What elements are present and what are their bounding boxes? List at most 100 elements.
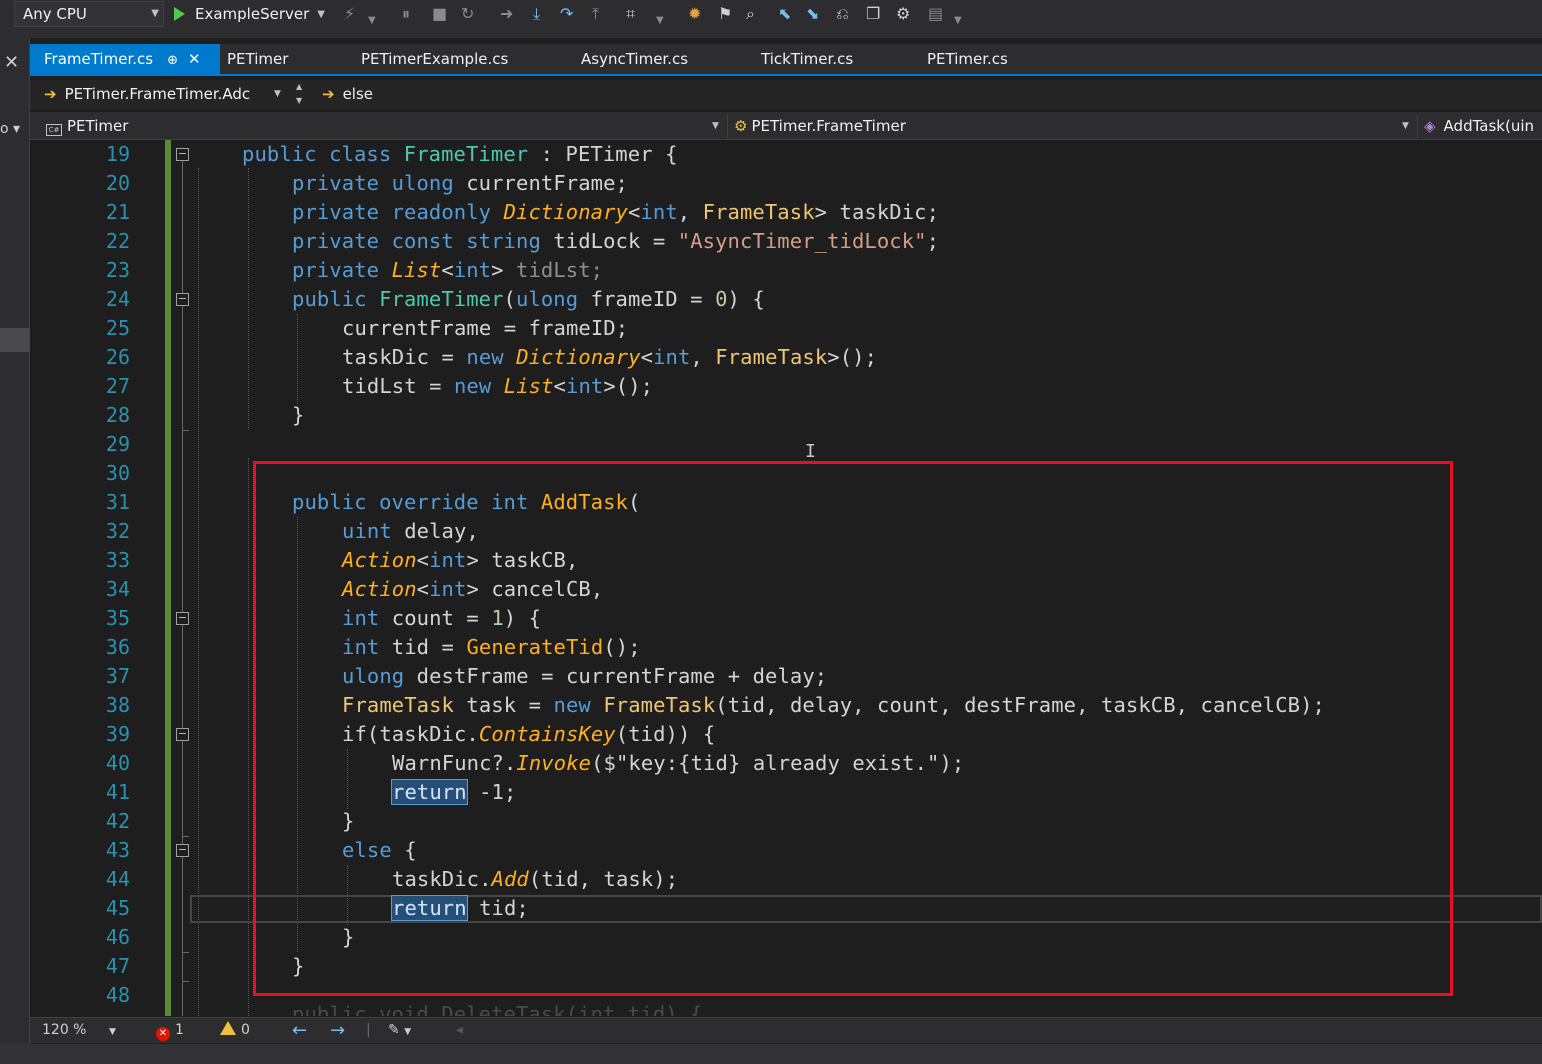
tab-petimer-cs[interactable]: PETimer.cs (927, 44, 1008, 74)
divider (1417, 114, 1418, 138)
hex-display-icon[interactable]: ⌗ (626, 5, 635, 23)
line-number: 42 (105, 809, 130, 833)
collapse-icon[interactable]: − (176, 612, 189, 625)
code-line-28[interactable]: } (292, 401, 304, 430)
line-number: 36 (105, 635, 130, 659)
bookmark-icon[interactable]: ⚑ (718, 5, 732, 23)
keyword: class (329, 142, 392, 166)
tab-frametimer[interactable]: FrameTimer.cs ⊕ ✕ (30, 44, 220, 74)
code-line-24[interactable]: public FrameTimer(ulong frameID = 0) { (292, 285, 765, 314)
scope-dropdown[interactable]: ➔ PETimer.FrameTimer.Adc (44, 80, 250, 108)
next-issue-icon[interactable]: → (330, 1018, 345, 1043)
tab-petimer[interactable]: PETimer (227, 44, 288, 74)
keyword: private (292, 200, 380, 224)
code-line-27[interactable]: tidLst = new List<int>(); (342, 372, 653, 401)
previous-issue-icon[interactable]: ← (292, 1018, 307, 1043)
undo-icon[interactable]: ⎌ (836, 5, 849, 23)
code-line-25[interactable]: currentFrame = frameID; (342, 314, 628, 343)
chevron-down-icon[interactable]: ▼ (1402, 112, 1409, 140)
copy-icon[interactable]: ❐ (866, 5, 880, 23)
navigate-back-icon[interactable]: ⬉ (778, 5, 791, 23)
code-line-21[interactable]: private readonly Dictionary<int, FrameTa… (292, 198, 939, 227)
code-line-23[interactable]: private List<int> tidLst; (292, 256, 603, 285)
warning-icon (220, 1021, 236, 1035)
line-number: 32 (105, 519, 130, 543)
stop-icon[interactable]: ■ (432, 5, 447, 23)
navigation-bar: C# PETimer ▼ ⚙ PETimer.FrameTimer ▼ ◈ AddTa… (30, 112, 1542, 140)
tab-ticktimer[interactable]: TickTimer.cs (761, 44, 853, 74)
chevron-down-icon[interactable]: ▼ (656, 12, 664, 30)
code-text: > (491, 258, 517, 282)
scrollbar-thumb[interactable] (0, 328, 30, 352)
hot-reload-icon[interactable]: ⚡ (344, 5, 355, 23)
close-icon[interactable]: ✕ (4, 52, 19, 73)
code-line-26[interactable]: taskDic = new Dictionary<int, FrameTask>… (342, 343, 877, 372)
keyword: new (453, 374, 492, 398)
line-number: 46 (105, 925, 130, 949)
show-next-statement-icon[interactable]: ➜ (500, 5, 513, 23)
toolbar: Any CPU ▼ ExampleServer ▼ ⚡ ▼ ⏸ ■ ↻ ➜ ⤓ … (0, 0, 1542, 38)
chevron-down-icon: ▼ (151, 8, 159, 19)
collapse-icon[interactable]: − (176, 844, 189, 857)
zoom-dropdown[interactable]: 120 % ▼ (42, 1018, 116, 1043)
type-dropdown[interactable]: ⚙ PETimer.FrameTimer (734, 112, 906, 140)
chevron-down-icon[interactable]: ▼ (368, 12, 376, 30)
chevron-down-icon[interactable]: ▼ (712, 112, 719, 140)
tool-window-icon[interactable]: o ▾ (0, 121, 20, 137)
pin-icon[interactable]: ⊕ (167, 53, 178, 68)
code-text: ; (926, 229, 940, 253)
step-over-icon[interactable]: ↷ (560, 5, 573, 23)
restart-icon[interactable]: ↻ (461, 5, 474, 23)
code-line-22[interactable]: private const string tidLock = "AsyncTim… (292, 227, 939, 256)
code-line-20[interactable]: private ulong currentFrame; (292, 169, 628, 198)
settings-icon[interactable]: ⚙ (896, 5, 910, 23)
code-line-19[interactable]: public class FrameTimer : PETimer { (242, 140, 678, 169)
warning-count[interactable]: 0 (220, 1018, 250, 1043)
step-out-icon[interactable]: ⤒ (592, 5, 599, 23)
diagnostic-tools-icon[interactable]: ✹ (688, 5, 701, 23)
editor-bottom-bar: 120 % ▼ ✕ 1 0 ← → | ✎ ▼ ◂ (30, 1017, 1542, 1043)
chevron-down-icon: ▼ (108, 1027, 116, 1037)
line-number: 29 (105, 432, 130, 456)
tab-asynctimer[interactable]: AsyncTimer.cs (581, 44, 688, 74)
chevron-up-icon[interactable]: ▲ ▼ (296, 80, 302, 108)
string-literal: "AsyncTimer_tidLock" (677, 229, 927, 253)
start-debug-button[interactable]: ExampleServer ▼ (174, 1, 325, 27)
fold-end-marker (182, 981, 189, 982)
brush-cleanup-icon[interactable]: ✎ ▼ (388, 1018, 411, 1043)
navigate-forward-icon[interactable]: ⬊ (806, 5, 819, 23)
collapse-icon[interactable]: − (176, 728, 189, 741)
breadcrumb-else[interactable]: ➔ else (322, 80, 373, 108)
line-number: 27 (105, 374, 130, 398)
member-dropdown[interactable]: ◈ AddTask(uin (1424, 112, 1534, 140)
solution-platform-combo[interactable]: Any CPU ▼ (14, 1, 164, 27)
collapse-icon[interactable]: − (176, 148, 189, 161)
pause-icon[interactable]: ⏸ (402, 5, 410, 23)
scroll-left-icon[interactable]: ◂ (456, 1018, 463, 1043)
line-number: 40 (105, 751, 130, 775)
code-text: : PETimer { (540, 142, 678, 166)
chevron-down-icon[interactable]: ▼ (274, 80, 281, 108)
step-into-icon[interactable]: ⤓ (533, 5, 540, 23)
code-text: , (690, 345, 716, 369)
collapse-icon[interactable]: − (176, 293, 189, 306)
keyword: private (292, 171, 380, 195)
error-icon: ✕ (156, 1027, 170, 1041)
error-count[interactable]: ✕ 1 (156, 1018, 184, 1043)
line-number: 23 (105, 258, 130, 282)
project-dropdown[interactable]: C# PETimer (46, 112, 128, 140)
keyword: int (566, 374, 604, 398)
tab-petimerexample[interactable]: PETimerExample.cs (361, 44, 508, 74)
comment-icon[interactable]: ▤ (928, 5, 943, 23)
type-name: List (391, 258, 442, 282)
code-text: < (627, 200, 641, 224)
method-icon: ◈ (1424, 117, 1436, 135)
fold-end-marker (182, 430, 189, 431)
error-count-label: 1 (175, 1022, 184, 1038)
line-number: 48 (105, 983, 130, 1007)
code-text: >(); (603, 374, 654, 398)
line-number: 26 (105, 345, 130, 369)
chevron-down-icon[interactable]: ▼ (954, 12, 962, 30)
close-icon[interactable]: ✕ (188, 50, 201, 68)
find-icon[interactable]: ⌕ (746, 5, 755, 23)
